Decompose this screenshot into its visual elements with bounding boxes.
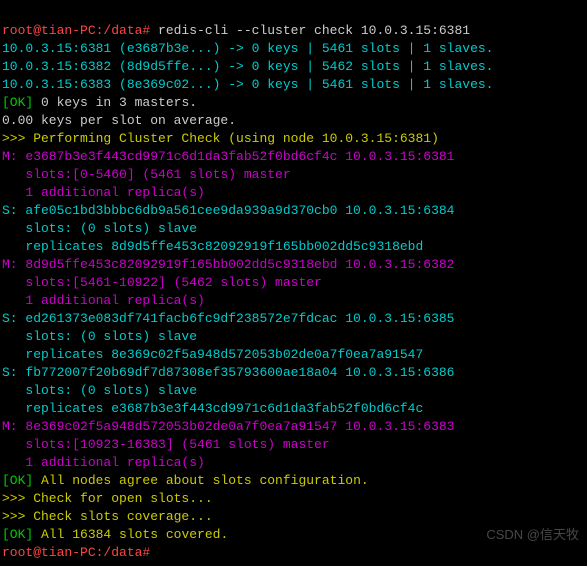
node-line-1: 10.0.3.15:6381 (e3687b3e...) -> 0 keys |… <box>2 41 493 56</box>
cluster-check-header: >>> Performing Cluster Check (using node… <box>2 131 439 146</box>
master-1-line-b: slots:[0-5460] (5461 slots) master <box>2 167 291 182</box>
master-3-line-b: slots:[10923-16383] (5461 slots) master <box>2 437 330 452</box>
slave-2-line-b: slots: (0 slots) slave <box>2 329 197 344</box>
master-3-line-a: M: 8e369c02f5a948d572053b02de0a7f0ea7a91… <box>2 419 454 434</box>
master-2-line-c: 1 additional replica(s) <box>2 293 205 308</box>
node-line-2: 10.0.3.15:6382 (8d9d5ffe...) -> 0 keys |… <box>2 59 493 74</box>
terminal-output: root@tian-PC:/data# redis-cli --cluster … <box>0 0 587 566</box>
command-text: redis-cli --cluster check 10.0.3.15:6381 <box>158 23 470 38</box>
ok-tag-3: [OK] <box>2 527 41 542</box>
ok-tag-2: [OK] <box>2 473 41 488</box>
slave-3-line-a: S: fb772007f20b69df7d87308ef35793600ae18… <box>2 365 454 380</box>
ok-msg-3: All 16384 slots covered. <box>41 527 228 542</box>
slave-1-line-b: slots: (0 slots) slave <box>2 221 197 236</box>
slave-2-line-a: S: ed261373e083df741facb6fc9df238572e7fd… <box>2 311 454 326</box>
master-1-line-a: M: e3687b3e3f443cd9971c6d1da3fab52f0bd6c… <box>2 149 454 164</box>
shell-prompt-end[interactable]: root@tian-PC:/data# <box>2 545 158 560</box>
ok-msg-1: 0 keys in 3 masters. <box>41 95 197 110</box>
master-3-line-c: 1 additional replica(s) <box>2 455 205 470</box>
master-2-line-b: slots:[5461-10922] (5462 slots) master <box>2 275 322 290</box>
ok-msg-2: All nodes agree about slots configuratio… <box>41 473 369 488</box>
master-2-line-a: M: 8d9d5ffe453c82092919f165bb002dd5c9318… <box>2 257 454 272</box>
slave-3-line-b: slots: (0 slots) slave <box>2 383 197 398</box>
slave-1-line-a: S: afe05c1bd3bbbc6db9a561cee9da939a9d370… <box>2 203 454 218</box>
master-1-line-c: 1 additional replica(s) <box>2 185 205 200</box>
slave-3-line-c: replicates e3687b3e3f443cd9971c6d1da3fab… <box>2 401 423 416</box>
ok-tag-1: [OK] <box>2 95 41 110</box>
slave-1-line-c: replicates 8d9d5ffe453c82092919f165bb002… <box>2 239 423 254</box>
slave-2-line-c: replicates 8e369c02f5a948d572053b02de0a7… <box>2 347 423 362</box>
check-slots-coverage: >>> Check slots coverage... <box>2 509 213 524</box>
node-line-3: 10.0.3.15:6383 (8e369c02...) -> 0 keys |… <box>2 77 493 92</box>
check-open-slots: >>> Check for open slots... <box>2 491 213 506</box>
shell-prompt[interactable]: root@tian-PC:/data# <box>2 23 158 38</box>
avg-line: 0.00 keys per slot on average. <box>2 113 236 128</box>
